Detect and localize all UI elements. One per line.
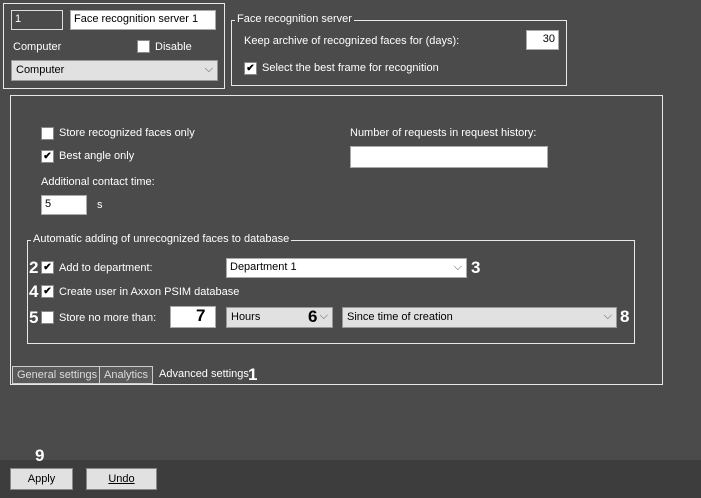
- auto-legend: Automatic adding of unrecognized faces t…: [31, 233, 292, 245]
- computer-label: Computer: [13, 41, 62, 53]
- name-field[interactable]: Face recognition server 1: [70, 10, 216, 30]
- annotation-8: 8: [620, 307, 630, 326]
- requests-label: Number of requests in request history:: [350, 127, 537, 139]
- server-legend: Face recognition server: [235, 13, 354, 25]
- chevron-down-icon: ⌵: [319, 310, 328, 322]
- annotation-9: 9: [35, 446, 45, 465]
- contact-unit: s: [97, 199, 103, 211]
- store-only-label: Store recognized faces only: [59, 127, 195, 139]
- department-value: Department 1: [230, 261, 297, 273]
- tab-advanced-settings[interactable]: Advanced settings: [159, 368, 249, 380]
- disable-checkbox[interactable]: [137, 40, 150, 53]
- store-limit-field[interactable]: [170, 306, 216, 328]
- annotation-5: 5: [29, 308, 39, 327]
- disable-label: Disable: [155, 41, 192, 53]
- keep-label: Keep archive of recognized faces for (da…: [244, 35, 460, 47]
- annotation-7: 7: [196, 306, 206, 325]
- unit-value: Hours: [231, 311, 261, 323]
- create-user-label: Create user in Axxon PSIM database: [59, 286, 240, 298]
- annotation-2: 2: [29, 258, 39, 277]
- apply-button[interactable]: Apply: [10, 468, 73, 490]
- create-user-checkbox[interactable]: ✔: [41, 285, 54, 298]
- since-value: Since time of creation: [347, 311, 453, 323]
- chevron-down-icon: ⌵: [453, 261, 462, 273]
- best-angle-checkbox[interactable]: ✔: [41, 150, 54, 163]
- contact-label: Additional contact time:: [41, 176, 155, 188]
- best-frame-label: Select the best frame for recognition: [262, 62, 439, 74]
- computer-value: Computer: [16, 64, 65, 76]
- since-select[interactable]: Since time of creation ⌵: [342, 307, 617, 328]
- annotation-4: 4: [29, 282, 39, 301]
- requests-field[interactable]: [350, 146, 548, 168]
- contact-field[interactable]: 5: [41, 195, 87, 215]
- tab-general-settings[interactable]: General settings: [12, 366, 103, 384]
- tab-analytics[interactable]: Analytics: [99, 366, 154, 384]
- id-field[interactable]: 1: [11, 10, 63, 30]
- annotation-1: 1: [248, 365, 258, 384]
- keep-days-field[interactable]: 30: [526, 30, 559, 50]
- server-group: [231, 20, 567, 86]
- computer-select[interactable]: Computer ⌵: [11, 60, 218, 81]
- annotation-3: 3: [471, 258, 481, 277]
- best-frame-checkbox[interactable]: ✔: [244, 62, 257, 75]
- chevron-down-icon: ⌵: [204, 63, 213, 75]
- add-dept-checkbox[interactable]: ✔: [41, 261, 54, 274]
- chevron-down-icon: ⌵: [603, 310, 612, 322]
- best-angle-label: Best angle only: [59, 150, 135, 162]
- department-select[interactable]: Department 1 ⌵: [226, 258, 467, 278]
- store-limit-label: Store no more than:: [59, 312, 157, 324]
- store-limit-checkbox[interactable]: [41, 311, 54, 324]
- undo-button[interactable]: Undo: [86, 468, 157, 490]
- add-dept-label: Add to department:: [59, 262, 153, 274]
- annotation-6: 6: [308, 307, 318, 326]
- store-only-checkbox[interactable]: [41, 127, 54, 140]
